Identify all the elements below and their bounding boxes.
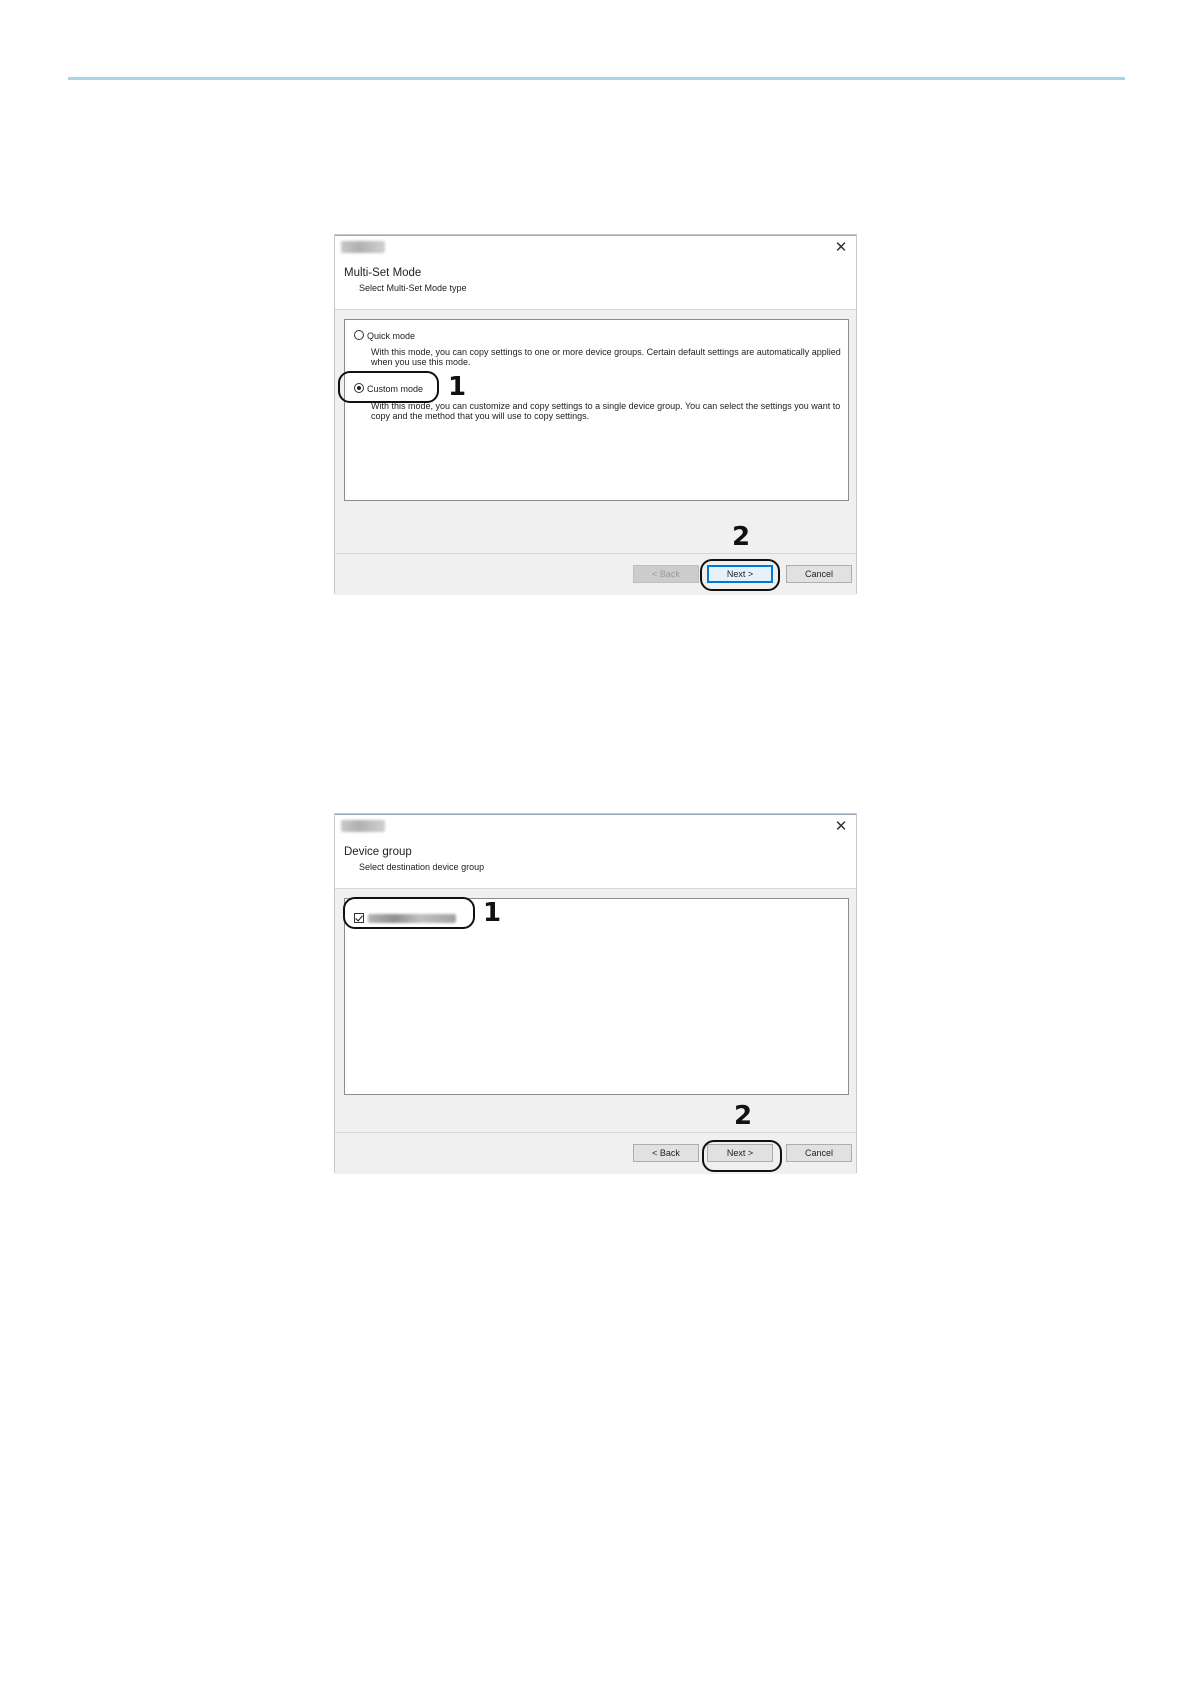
title-bar: ✕ (335, 235, 856, 261)
wizard-header: Device group Select destination device g… (335, 840, 856, 889)
callout-number-2: 2 (732, 522, 751, 552)
radio-icon[interactable] (354, 330, 364, 340)
callout-ring-device-group (343, 897, 475, 929)
close-icon[interactable]: ✕ (832, 818, 850, 836)
title-bar: ✕ (335, 814, 856, 840)
quick-mode-description: With this mode, you can copy settings to… (371, 347, 841, 367)
callout-ring-next-button (700, 559, 780, 591)
wizard-header-subtitle: Select destination device group (359, 862, 485, 872)
close-icon[interactable]: ✕ (832, 239, 850, 257)
callout-ring-next-button (702, 1140, 782, 1172)
page-header-rule (68, 77, 1125, 80)
custom-mode-description: With this mode, you can customize and co… (371, 401, 841, 421)
back-button[interactable]: < Back (633, 565, 699, 583)
wizard-body: Quick mode With this mode, you can copy … (335, 310, 856, 553)
wizard-header: Multi-Set Mode Select Multi-Set Mode typ… (335, 261, 856, 310)
wizard-header-title: Multi-Set Mode (344, 267, 422, 279)
callout-number-1: 1 (483, 898, 502, 928)
window-title-redacted (341, 241, 385, 253)
cancel-button[interactable]: Cancel (786, 1144, 852, 1162)
multi-set-mode-dialog: ✕ Multi-Set Mode Select Multi-Set Mode t… (334, 234, 857, 595)
back-button[interactable]: < Back (633, 1144, 699, 1162)
mode-options-panel: Quick mode With this mode, you can copy … (344, 319, 849, 501)
quick-mode-label: Quick mode (367, 331, 416, 341)
device-group-dialog: ✕ Device group Select destination device… (334, 813, 857, 1174)
callout-ring-custom-mode (338, 371, 439, 403)
callout-number-1: 1 (448, 372, 467, 402)
window-title-redacted (341, 820, 385, 832)
quick-mode-radio[interactable]: Quick mode (354, 329, 415, 343)
callout-number-2: 2 (734, 1101, 753, 1131)
wizard-header-subtitle: Select Multi-Set Mode type (359, 283, 467, 293)
cancel-button[interactable]: Cancel (786, 565, 852, 583)
wizard-header-title: Device group (344, 846, 412, 858)
